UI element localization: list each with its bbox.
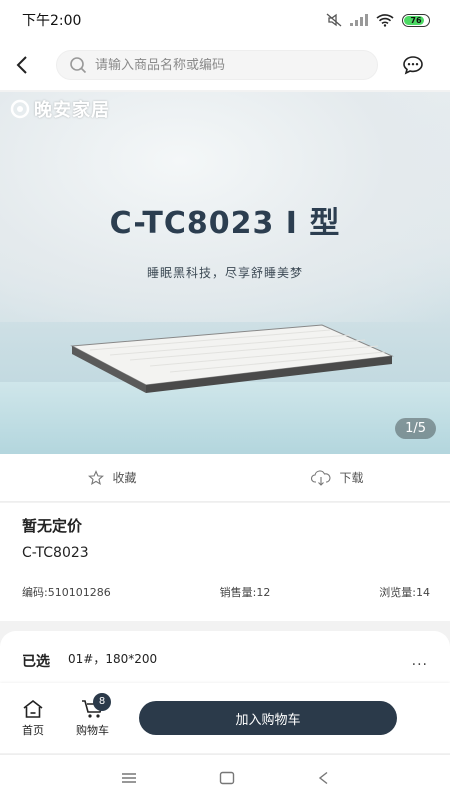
- product-code: 编码:510101286: [22, 586, 111, 599]
- nav-bar: [0, 40, 450, 90]
- battery-indicator: 76: [402, 13, 430, 27]
- product-price: 暂无定价: [22, 517, 83, 535]
- product-image-carousel[interactable]: 晚安家居 C-TC8023 I 型 睡眠黑科技，尽享舒睡美梦 1/5: [0, 92, 450, 454]
- search-icon: [70, 57, 87, 74]
- system-nav-bar: [0, 754, 450, 800]
- action-bar: 收藏 下载: [0, 454, 450, 502]
- menu-icon[interactable]: [121, 772, 137, 784]
- product-views: 浏览量:14: [379, 586, 430, 599]
- battery-level: 76: [410, 15, 422, 25]
- search-input[interactable]: [95, 57, 355, 73]
- bottom-bar: 首页 8 购物车 加入购物车: [0, 683, 450, 753]
- back-arrow-icon: [16, 56, 27, 74]
- cart-badge: 8: [93, 692, 111, 711]
- status-bar: 下午2:00 76: [0, 0, 450, 40]
- tab-cart[interactable]: 8 购物车: [76, 692, 111, 738]
- triangle-back-icon[interactable]: [317, 771, 329, 785]
- product-meta: 编码:510101286 销售量:12 浏览量:14: [22, 584, 430, 600]
- download-button[interactable]: 下载: [225, 454, 450, 501]
- product-model: C-TC8023: [22, 545, 89, 561]
- message-icon: [403, 56, 423, 75]
- more-options-button[interactable]: ...: [412, 653, 428, 669]
- favorite-label: 收藏: [112, 471, 137, 485]
- status-icons: 76: [326, 13, 430, 27]
- spec-selector[interactable]: 已选 01#，180*200 ...: [0, 631, 450, 691]
- page-indicator: 1/5: [395, 418, 436, 439]
- download-label: 下载: [339, 471, 364, 485]
- signal-icon: [350, 14, 368, 26]
- tab-home[interactable]: 首页: [22, 699, 44, 738]
- search-bar[interactable]: [56, 50, 378, 80]
- star-icon: [88, 469, 105, 485]
- tab-cart-label: 购物车: [76, 723, 109, 737]
- home-icon: [23, 699, 43, 718]
- wifi-icon: [376, 13, 394, 27]
- square-icon[interactable]: [219, 771, 235, 785]
- status-time: 下午2:00: [22, 13, 82, 29]
- mattress-image: [70, 324, 394, 393]
- message-button[interactable]: [400, 52, 426, 78]
- add-to-cart-button[interactable]: 加入购物车: [139, 701, 397, 735]
- mute-icon: [326, 13, 342, 27]
- tab-home-label: 首页: [22, 723, 44, 737]
- product-sales: 销售量:12: [219, 586, 271, 599]
- back-button[interactable]: [12, 50, 32, 80]
- product-info-card: 暂无定价 C-TC8023 编码:510101286 销售量:12 浏览量:14: [0, 503, 450, 621]
- favorite-button[interactable]: 收藏: [0, 454, 225, 501]
- cloud-download-icon: [311, 469, 331, 486]
- spec-label: 已选: [22, 654, 50, 670]
- spec-value: 01#，180*200: [68, 651, 158, 666]
